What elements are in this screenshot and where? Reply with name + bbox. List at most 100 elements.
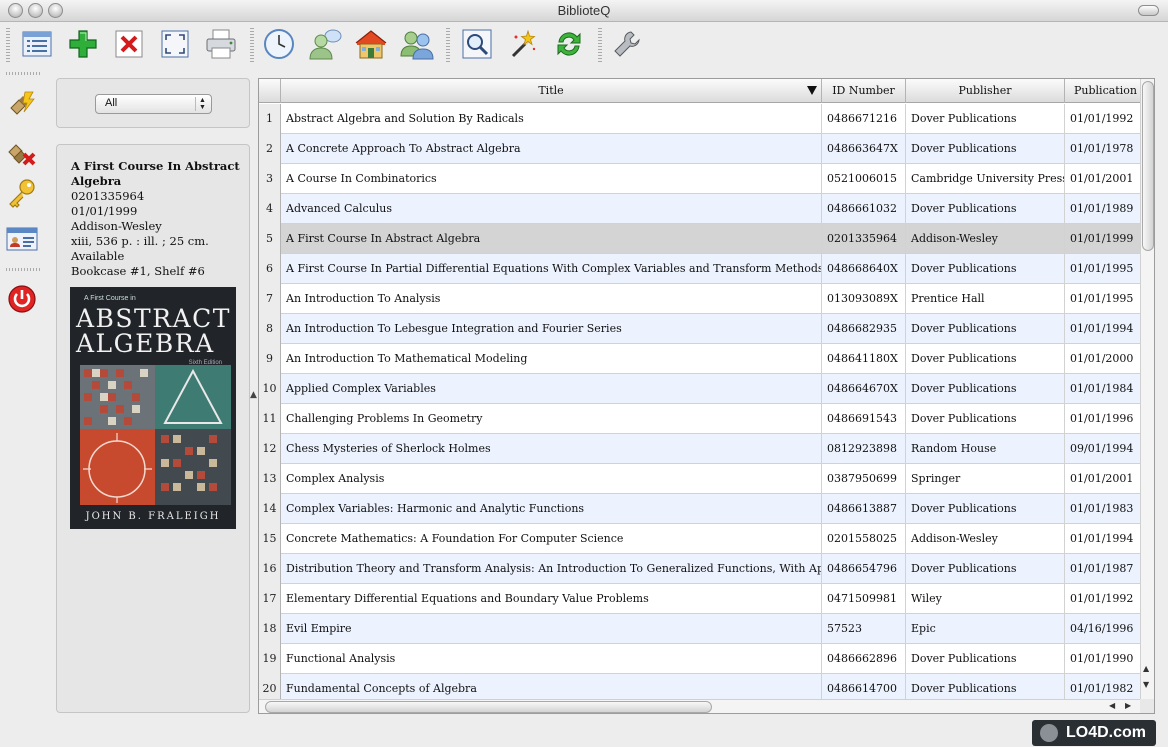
power-icon xyxy=(8,285,36,313)
cell-publisher: Addison-Wesley xyxy=(906,524,1065,554)
cell-id-number: 0486682935 xyxy=(822,314,906,344)
horizontal-scroll-thumb[interactable] xyxy=(265,701,712,713)
fullscreen-icon xyxy=(161,30,189,58)
table-row[interactable]: 11 Challenging Problems In Geometry 048669… xyxy=(259,404,1145,434)
user-info-button[interactable] xyxy=(5,222,39,256)
main-toolbar xyxy=(0,22,1168,70)
scroll-up-arrow-icon[interactable]: ▲ xyxy=(1143,664,1149,673)
table-row[interactable]: 15 Concrete Mathematics: A Foundation For… xyxy=(259,524,1145,554)
cover-subtitle: A First Course in xyxy=(84,295,136,302)
row-number: 13 xyxy=(259,464,281,494)
cover-circle-art xyxy=(80,429,155,505)
toolbar-grip[interactable] xyxy=(250,28,254,64)
table-row[interactable]: 2A Concrete Approach To Abstract Algebra… xyxy=(259,134,1145,164)
refresh-button[interactable] xyxy=(552,27,586,61)
toolbar-grip[interactable] xyxy=(446,28,450,64)
side-toolbar-grip[interactable] xyxy=(6,268,40,271)
table-row[interactable]: 18 Evil Empire 57523 Epic 04/16/1996 xyxy=(259,614,1145,644)
cell-publisher: Springer xyxy=(906,464,1065,494)
row-number: 14 xyxy=(259,494,281,524)
toolbar-grip[interactable] xyxy=(598,28,602,64)
table-row[interactable]: 13 Complex Analysis 0387950699 Springer 01/0… xyxy=(259,464,1145,494)
print-button[interactable] xyxy=(204,27,238,61)
column-header-publisher[interactable]: Publisher xyxy=(906,79,1065,103)
key-icon xyxy=(9,179,35,208)
cell-publisher: Addison-Wesley xyxy=(906,224,1065,254)
cell-id-number: 048664670X xyxy=(822,374,906,404)
table-row[interactable]: 3A Course In Combinatorics 0521006015 Camb… xyxy=(259,164,1145,194)
row-number: 3 xyxy=(259,164,281,194)
table-row[interactable]: 12 Chess Mysteries of Sherlock Holmes 0812… xyxy=(259,434,1145,464)
table-row[interactable]: 1 Abstract Algebra and Solution By Radica… xyxy=(259,104,1145,134)
vertical-scrollbar[interactable]: ▲ ▼ xyxy=(1140,79,1154,699)
window-title: BiblioteQ xyxy=(557,3,611,18)
detail-description: xiii, 536 p. : ill. ; 25 cm. xyxy=(71,234,209,248)
disconnect-button[interactable] xyxy=(5,136,39,170)
cell-publication-date: 01/01/2001 xyxy=(1065,464,1145,494)
cover-triangle-art xyxy=(155,365,231,429)
member-requests-button[interactable] xyxy=(308,27,342,61)
table-row[interactable]: 14 Complex Variables: Harmonic and Analyt… xyxy=(259,494,1145,524)
delete-item-button[interactable] xyxy=(112,27,146,61)
add-item-button[interactable] xyxy=(66,27,100,61)
row-number: 11 xyxy=(259,404,281,434)
scrollbar-corner xyxy=(1140,699,1154,713)
column-header-id-number[interactable]: ID Number xyxy=(822,79,906,103)
connect-button[interactable] xyxy=(5,86,39,120)
wizard-button[interactable] xyxy=(506,27,540,61)
table-row[interactable]: 10 Applied Complex Variables 048664670X Dov… xyxy=(259,374,1145,404)
cell-publication-date: 01/01/2000 xyxy=(1065,344,1145,374)
scroll-down-arrow-icon[interactable]: ▼ xyxy=(1143,680,1149,689)
history-button[interactable] xyxy=(262,27,296,61)
side-toolbar xyxy=(0,70,46,747)
table-row[interactable]: 19 Functional Analysis 0486662896 Dover Pub… xyxy=(259,644,1145,674)
splitter-handle[interactable]: ▲ xyxy=(250,390,257,400)
cover-title-line-1: ABSTRACT xyxy=(76,304,231,333)
table-row[interactable]: 6A First Course In Partial Differential … xyxy=(259,254,1145,284)
cell-id-number: 0201335964 xyxy=(822,224,906,254)
detail-title: A First Course In Abstract Algebra xyxy=(71,159,240,188)
column-header-title[interactable]: Title xyxy=(281,79,822,103)
cell-id-number: 57523 xyxy=(822,614,906,644)
cell-id-number: 0486613887 xyxy=(822,494,906,524)
refresh-icon xyxy=(557,32,581,56)
cell-id-number: 048641180X xyxy=(822,344,906,374)
scroll-right-arrow-icon[interactable]: ▶ xyxy=(1125,701,1131,710)
horizontal-scrollbar[interactable]: ◀ ▶ xyxy=(259,699,1140,713)
scroll-left-arrow-icon[interactable]: ◀ xyxy=(1109,701,1115,710)
row-number: 15 xyxy=(259,524,281,554)
row-number: 7 xyxy=(259,284,281,314)
cell-title: Advanced Calculus xyxy=(281,194,822,224)
cell-title: Evil Empire xyxy=(281,614,822,644)
printer-icon xyxy=(206,29,236,59)
table-row[interactable]: 9 An Introduction To Mathematical Modelin… xyxy=(259,344,1145,374)
cell-id-number: 0521006015 xyxy=(822,164,906,194)
cell-publication-date: 01/01/1994 xyxy=(1065,314,1145,344)
library-home-button[interactable] xyxy=(354,27,388,61)
disconnect-icon xyxy=(8,144,36,166)
table-row[interactable]: 16 Distribution Theory and Transform Anal… xyxy=(259,554,1145,584)
watermark-logo: LO4D.com xyxy=(1032,720,1156,746)
cell-id-number: 0486662896 xyxy=(822,644,906,674)
table-row[interactable]: 7 An Introduction To Analysis 013093089X Pr… xyxy=(259,284,1145,314)
table-row[interactable]: 17 Elementary Differential Equations and … xyxy=(259,584,1145,614)
exit-button[interactable] xyxy=(5,282,39,316)
type-filter-select[interactable]: All ▲ ▼ xyxy=(95,94,212,114)
toolbar-toggle-button[interactable] xyxy=(1138,5,1159,16)
list-view-button[interactable] xyxy=(20,27,54,61)
members-button[interactable] xyxy=(400,27,434,61)
table-row[interactable]: 4 Advanced Calculus 0486661032 Dover Public… xyxy=(259,194,1145,224)
table-row[interactable]: 5A First Course In Abstract Algebra 02013… xyxy=(259,224,1145,254)
table-row[interactable]: 8 An Introduction To Lebesgue Integration… xyxy=(259,314,1145,344)
side-toolbar-grip[interactable] xyxy=(6,72,40,75)
row-number: 9 xyxy=(259,344,281,374)
settings-button[interactable] xyxy=(610,27,644,61)
search-button[interactable] xyxy=(460,27,494,61)
fullscreen-button[interactable] xyxy=(158,27,192,61)
toolbar-grip[interactable] xyxy=(6,28,10,64)
row-number-header[interactable] xyxy=(259,79,281,103)
vertical-scroll-thumb[interactable] xyxy=(1142,81,1154,251)
admin-key-button[interactable] xyxy=(5,176,39,210)
cell-title: Complex Variables: Harmonic and Analytic… xyxy=(281,494,822,524)
book-cover-image: A First Course in ABSTRACT ALGEBRA Sixth… xyxy=(70,287,236,529)
